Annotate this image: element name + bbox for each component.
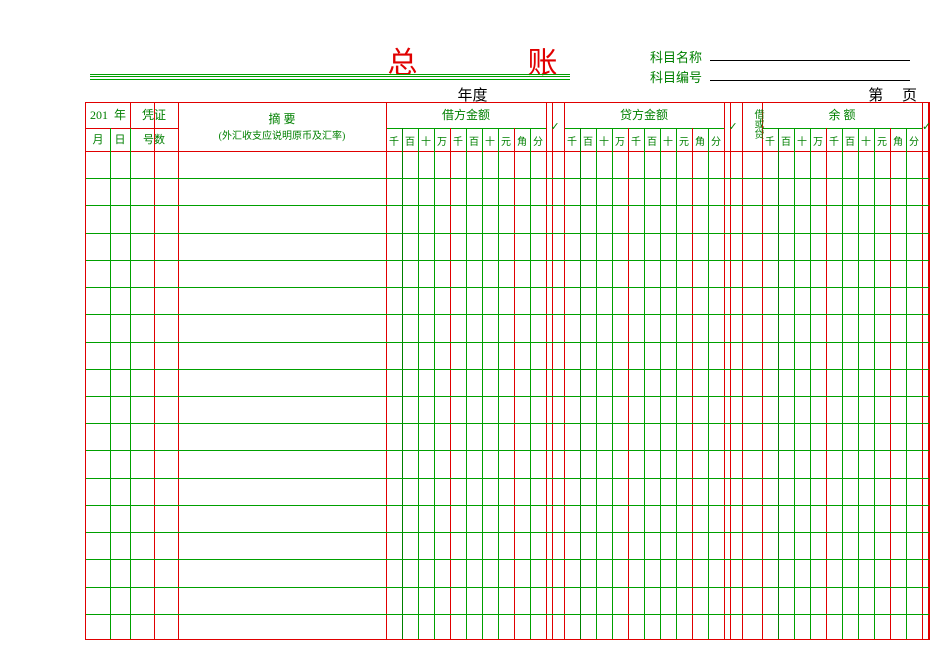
hline	[86, 128, 178, 129]
digit-header: 千	[762, 133, 778, 148]
digit-header: 十	[660, 133, 676, 148]
digit-header: 百	[644, 133, 660, 148]
digit-header: 千	[564, 133, 580, 148]
digit-header: 十	[858, 133, 874, 148]
digit-header: 百	[580, 133, 596, 148]
digit-header: 分	[530, 133, 546, 148]
voucher-no-header: 号数	[130, 134, 178, 146]
row-line	[86, 614, 929, 615]
digit-header: 百	[402, 133, 418, 148]
digit-header: 百	[778, 133, 794, 148]
summary-header: 摘 要	[178, 113, 386, 126]
row-line	[86, 559, 929, 560]
row-line	[86, 478, 929, 479]
row-line	[86, 423, 929, 424]
row-line	[86, 233, 929, 234]
digit-header: 千	[450, 133, 466, 148]
digit-header: 元	[874, 133, 890, 148]
check-header-3: ✓	[922, 121, 931, 133]
digit-header: 元	[498, 133, 514, 148]
year-prefix-header: 201 年	[86, 109, 130, 122]
digit-header: 元	[676, 133, 692, 148]
digit-header: 万	[810, 133, 826, 148]
month-header: 月	[86, 134, 110, 146]
row-line	[86, 178, 929, 179]
digit-header: 千	[386, 133, 402, 148]
voucher-header: 凭证	[130, 109, 178, 122]
row-line	[86, 505, 929, 506]
row-line	[86, 396, 929, 397]
year-suffix: 年	[114, 108, 126, 122]
digit-header: 千	[628, 133, 644, 148]
row-line	[86, 260, 929, 261]
digit-header: 万	[612, 133, 628, 148]
direction-header: 借或贷	[742, 109, 762, 139]
row-line	[86, 369, 929, 370]
check-header-1: ✓	[546, 121, 564, 133]
day-header: 日	[110, 134, 130, 146]
digit-header: 分	[906, 133, 922, 148]
year-prefix: 201	[90, 108, 108, 122]
ledger-frame: 201 年 凭证 月 日 号数 摘 要 (外汇收支应说明原币及汇率) 借方金额 …	[85, 102, 930, 640]
digit-header: 百	[842, 133, 858, 148]
digit-header: 十	[418, 133, 434, 148]
row-line	[86, 205, 929, 206]
check-header-2: ✓	[724, 121, 742, 133]
digit-header: 千	[826, 133, 842, 148]
digit-header: 角	[514, 133, 530, 148]
row-line	[86, 450, 929, 451]
subject-name-label: 科目名称	[650, 47, 702, 66]
row-line	[86, 532, 929, 533]
digit-header: 角	[692, 133, 708, 148]
summary-note: (外汇收支应说明原币及汇率)	[178, 131, 386, 142]
subject-name-field[interactable]	[710, 60, 910, 61]
digit-header: 角	[890, 133, 906, 148]
digit-header: 十	[794, 133, 810, 148]
title-underline	[90, 74, 570, 77]
row-line	[86, 287, 929, 288]
row-line	[86, 342, 929, 343]
subject-code-field[interactable]	[710, 80, 910, 81]
digit-header: 分	[708, 133, 724, 148]
digit-header: 十	[596, 133, 612, 148]
row-line	[86, 587, 929, 588]
digit-header: 十	[482, 133, 498, 148]
digit-header: 万	[434, 133, 450, 148]
row-line	[86, 314, 929, 315]
digit-header: 百	[466, 133, 482, 148]
ledger-page: 总账 科目名称 科目编号 年度 第 页 201 年	[0, 0, 945, 653]
